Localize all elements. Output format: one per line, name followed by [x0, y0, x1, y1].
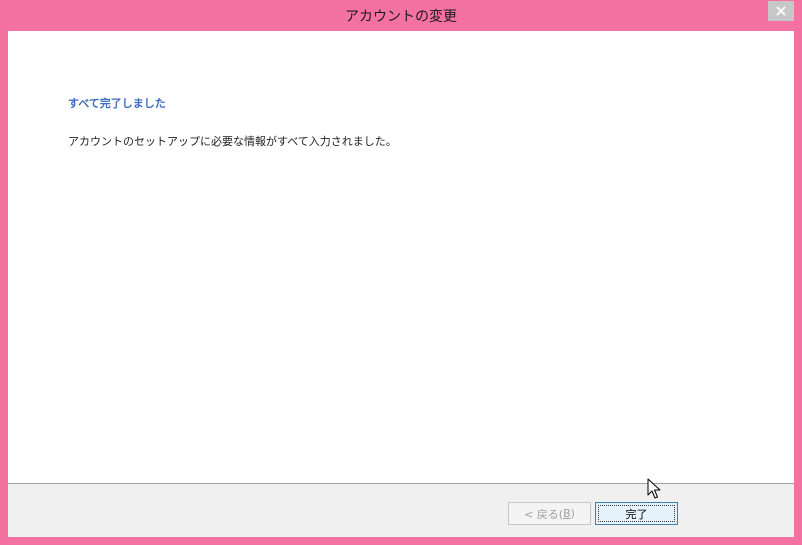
- back-button-suffix: ): [570, 507, 575, 520]
- close-icon: [776, 6, 786, 16]
- finish-button[interactable]: 完了: [595, 502, 678, 525]
- finish-button-label: 完了: [625, 507, 648, 521]
- account-change-window: アカウントの変更 すべて完了しました アカウントのセットアップに必要な情報がすべ…: [0, 0, 802, 545]
- completion-message: アカウントのセットアップに必要な情報がすべて入力されました。: [68, 135, 397, 148]
- back-button-prefix: < 戻る(: [524, 507, 564, 521]
- title-bar[interactable]: アカウントの変更: [0, 0, 802, 31]
- back-button-accel: B: [563, 507, 571, 520]
- dialog-content: すべて完了しました アカウントのセットアップに必要な情報がすべて入力されました。…: [8, 31, 794, 537]
- button-bar: < 戻る(B) 完了: [8, 483, 794, 537]
- back-button[interactable]: < 戻る(B): [508, 502, 591, 525]
- completion-heading: すべて完了しました: [68, 97, 166, 110]
- window-title: アカウントの変更: [345, 9, 457, 25]
- close-button[interactable]: [768, 1, 794, 21]
- mouse-pointer-icon: [647, 478, 661, 499]
